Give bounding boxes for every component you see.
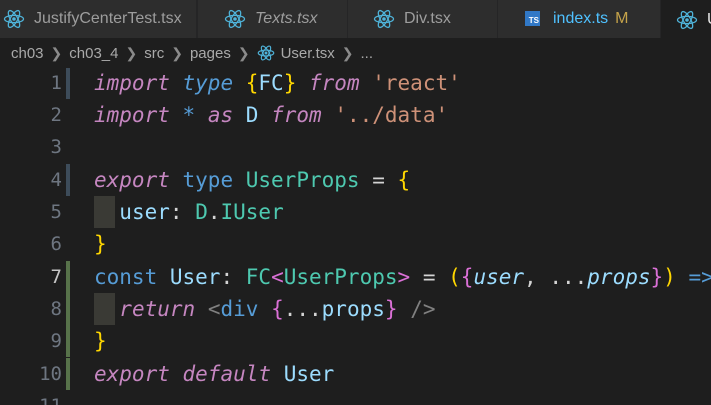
breadcrumb-item-ch03[interactable]: ch03 xyxy=(11,45,44,62)
chevron-right-icon: ❯ xyxy=(237,44,250,61)
code-line-text: const User: FC<UserProps> = ({user, ...p… xyxy=(94,265,711,289)
line-number: 4 xyxy=(50,169,62,191)
git-gutter-indicator xyxy=(66,261,70,293)
react-icon xyxy=(3,8,25,30)
ts-badge: TS xyxy=(525,11,540,26)
tab-bar: JustifyCenterTest.tsx Texts.tsx Div.tsx … xyxy=(0,0,711,38)
tab-justifycentertest[interactable]: JustifyCenterTest.tsx xyxy=(0,0,197,38)
tab-label: Div.tsx xyxy=(404,10,451,27)
line-number: 6 xyxy=(50,233,62,255)
line-number: 5 xyxy=(50,201,62,223)
tab-div[interactable]: Div.tsx xyxy=(348,0,498,38)
code-line-text: import type {FC} from 'react' xyxy=(94,71,461,95)
code-line-text: import * as D from '../data' xyxy=(94,103,449,127)
breadcrumb-item-pages[interactable]: pages xyxy=(190,45,231,62)
git-gutter-indicator xyxy=(66,293,70,325)
git-gutter-indicator xyxy=(66,358,70,390)
line-number: 8 xyxy=(50,298,62,320)
tab-label: Texts.tsx xyxy=(255,10,318,27)
breadcrumb-item-src[interactable]: src xyxy=(144,45,164,62)
git-gutter-indicator xyxy=(66,325,70,357)
tab-label: U xyxy=(707,11,711,29)
line-number: 9 xyxy=(50,330,62,352)
code-line[interactable]: 4 export type UserProps = { xyxy=(0,164,711,196)
code-line-text: return <div {...props} /> xyxy=(119,297,436,321)
code-editor[interactable]: 1 import type {FC} from 'react' 2 import… xyxy=(0,68,711,405)
line-number: 7 xyxy=(50,266,62,288)
tab-label: index.ts xyxy=(553,10,609,27)
react-icon xyxy=(224,8,246,30)
code-line-text: } xyxy=(94,232,107,256)
code-line[interactable]: 11 xyxy=(0,390,711,405)
line-number: 1 xyxy=(50,72,62,94)
breadcrumb-ellipsis[interactable]: ... xyxy=(360,45,373,62)
git-gutter-indicator xyxy=(66,68,70,99)
code-line[interactable]: 1 import type {FC} from 'react' xyxy=(0,68,711,99)
line-number: 11 xyxy=(0,390,62,405)
code-line-text: export default User xyxy=(94,362,335,386)
breadcrumb-item-ch03-4[interactable]: ch03_4 xyxy=(69,45,118,62)
code-line[interactable]: 9 } xyxy=(0,325,711,357)
code-line[interactable]: 10 export default User xyxy=(0,358,711,390)
tab-label: JustifyCenterTest.tsx xyxy=(34,10,182,27)
code-line[interactable]: 2 import * as D from '../data' xyxy=(0,99,711,131)
code-line-text: } xyxy=(94,329,107,353)
breadcrumb-item-user-tsx[interactable]: User.tsx xyxy=(281,45,335,62)
line-number: 3 xyxy=(50,136,62,158)
modified-indicator: M xyxy=(615,10,629,27)
typescript-icon: TS xyxy=(522,8,544,30)
chevron-right-icon: ❯ xyxy=(50,44,63,61)
code-line-text: user: D.IUser xyxy=(119,200,284,224)
breadcrumb: ch03 ❯ ch03_4 ❯ src ❯ pages ❯ User.tsx ❯… xyxy=(0,38,711,68)
tab-index-ts[interactable]: TS index.ts M xyxy=(498,0,661,38)
chevron-right-icon: ❯ xyxy=(171,44,183,61)
code-line[interactable]: 5 user: D.IUser xyxy=(0,196,711,228)
code-line-text: export type UserProps = { xyxy=(94,168,411,192)
git-gutter-indicator xyxy=(66,164,70,196)
code-line[interactable]: 7 const User: FC<UserProps> = ({user, ..… xyxy=(0,261,711,293)
line-number: 2 xyxy=(50,104,62,126)
react-icon xyxy=(373,8,395,30)
react-icon xyxy=(676,9,698,31)
chevron-right-icon: ❯ xyxy=(125,44,138,61)
tab-user-active[interactable]: U xyxy=(661,0,711,38)
chevron-right-icon: ❯ xyxy=(341,44,354,61)
line-number: 10 xyxy=(39,363,62,385)
code-line[interactable]: 8 return <div {...props} /> xyxy=(0,293,711,325)
code-line[interactable]: 6 } xyxy=(0,228,711,260)
react-icon xyxy=(257,44,275,62)
code-line[interactable]: 3 xyxy=(0,131,711,163)
tab-texts[interactable]: Texts.tsx xyxy=(198,0,348,38)
